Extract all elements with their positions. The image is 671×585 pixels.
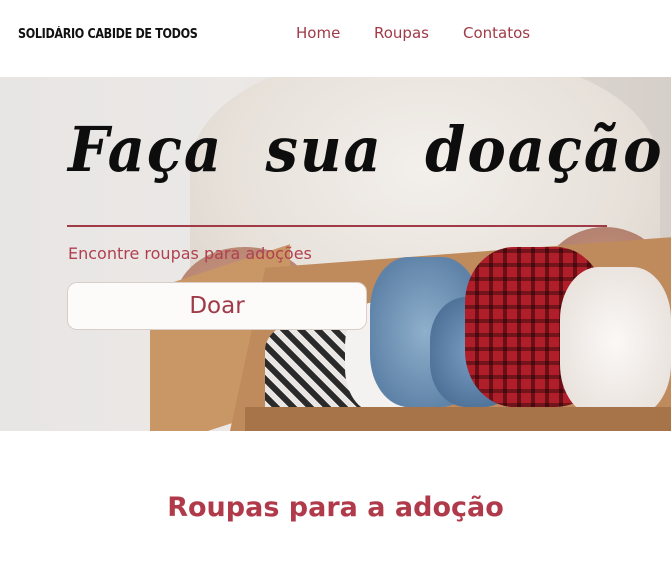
donation-box-front: [245, 407, 671, 431]
site-header: SOLIDÁRIO CABIDE DE TODOS Home Roupas Co…: [0, 0, 671, 77]
hero-divider: [67, 225, 607, 227]
donate-button[interactable]: Doar: [67, 282, 367, 330]
site-logo[interactable]: SOLIDÁRIO CABIDE DE TODOS: [18, 27, 198, 42]
hero-banner: Faça sua doação Encontre roupas para ado…: [0, 77, 671, 431]
donate-button-label: Doar: [189, 293, 245, 319]
hero-subtitle: Encontre roupas para adoções: [68, 244, 312, 263]
clothes-white-right: [560, 267, 671, 417]
hero-title: Faça sua doação: [68, 113, 664, 186]
nav-link-home[interactable]: Home: [296, 24, 340, 42]
section-title: Roupas para a adoção: [167, 492, 504, 523]
nav-link-contatos[interactable]: Contatos: [463, 24, 530, 42]
nav-link-roupas[interactable]: Roupas: [374, 24, 429, 42]
